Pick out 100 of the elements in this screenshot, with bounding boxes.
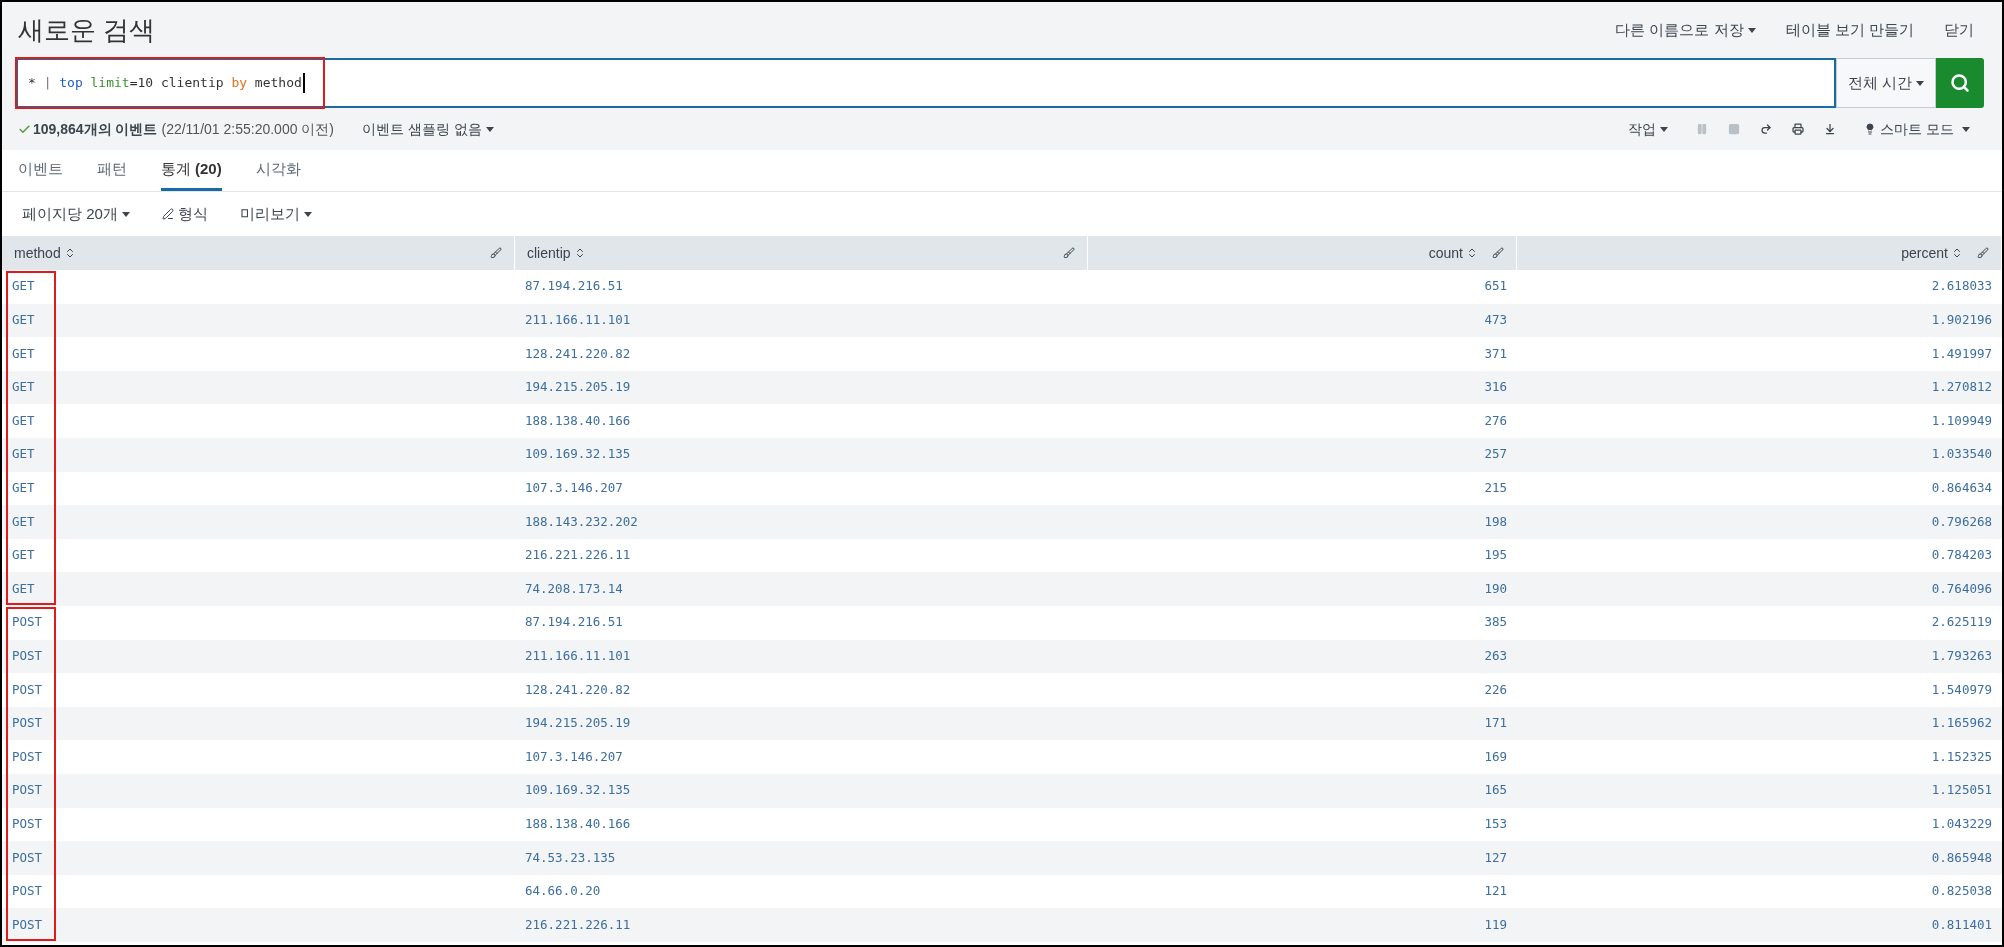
check-icon	[18, 122, 31, 136]
tab[interactable]: 이벤트	[18, 150, 63, 191]
table-cell-text: 127	[1484, 848, 1507, 867]
printer-icon	[1792, 123, 1805, 135]
table-cell: 64.66.0.20	[525, 882, 601, 901]
page-title: 새로운 검색	[18, 13, 157, 47]
job-menu[interactable]: 작업	[1628, 118, 1669, 140]
tab[interactable]: 패턴	[97, 150, 127, 191]
table-cell-text: GET	[12, 512, 35, 531]
table-cell-text: 473	[1484, 311, 1507, 329]
table-cell-text: POST	[12, 680, 43, 699]
brush-icon	[1977, 247, 1989, 259]
table-cell-text: 0.796268	[1931, 512, 1992, 531]
table-cell: GET	[12, 546, 35, 565]
table-cell-text: 1.033540	[1931, 445, 1992, 464]
lightbulb-icon	[1864, 123, 1877, 135]
table-cell-text: 1.109949	[1931, 411, 1992, 430]
table-cell-text: 128.241.220.82	[525, 680, 631, 699]
sort-icon	[1466, 247, 1478, 259]
table-cell-text: 165	[1484, 781, 1507, 800]
table-cell-text: 257	[1484, 445, 1507, 464]
table-cell-text: 188.138.40.166	[525, 814, 631, 833]
table-cell-text: 2.618033	[1931, 277, 1992, 296]
table-cell-text: 263	[1484, 646, 1507, 665]
table-cell-text: 87.194.216.51	[525, 277, 623, 296]
table-cell: 216.221.226.11	[525, 546, 631, 565]
query-text: * | top limit=10 clientip by method	[28, 73, 305, 93]
sort-icon	[1951, 247, 1963, 259]
download-icon	[1824, 123, 1837, 135]
caret-icon	[1916, 80, 1925, 86]
table-cell-text: 211.166.11.101	[525, 311, 631, 329]
table-cell-text: 1.043229	[1931, 814, 1992, 833]
table-cell-text: 109.169.32.135	[525, 781, 631, 800]
tab[interactable]: 시각화	[255, 150, 301, 191]
table-cell-text: POST	[12, 915, 43, 934]
table-cell: 1.165962	[1931, 714, 1992, 733]
table-cell-text: GET	[12, 277, 35, 296]
table-cell-text: 0.764096	[1931, 579, 1992, 598]
table-cell-text: 0.864634	[1931, 479, 1992, 497]
header-action-link[interactable]: 테이블 보기 만들기	[1785, 18, 1914, 42]
table-cell-text: 216.221.226.11	[525, 915, 631, 934]
header-action-link[interactable]: 닫기	[1944, 18, 1974, 42]
mode-dropdown[interactable]: 스마트 모드	[1864, 118, 1970, 140]
table-cell: 1.270812	[1931, 378, 1992, 397]
table-cell-text: 1.125051	[1931, 781, 1992, 800]
table-cell: 171	[1484, 714, 1507, 733]
table-cell-text: POST	[12, 814, 43, 833]
sampling-dropdown[interactable]: 이벤트 샘플링 없음	[362, 118, 494, 140]
caret-icon	[303, 211, 312, 217]
search-icon	[1950, 73, 1970, 93]
table-cell: 195	[1484, 546, 1507, 565]
table-cell-text: POST	[12, 781, 43, 800]
table-cell-text: 1.540979	[1931, 680, 1992, 699]
time-range-dropdown[interactable]: 전체 시간	[1836, 58, 1936, 108]
table-cell-text: POST	[12, 646, 43, 665]
table-cell: GET	[12, 378, 35, 397]
format-button[interactable]: 형식	[161, 202, 208, 226]
brush-icon	[1492, 247, 1504, 259]
header-action-link[interactable]: 다른 이름으로 저장	[1615, 18, 1756, 42]
share-icon	[1760, 123, 1773, 135]
table-cell-text: 109.169.32.135	[525, 445, 631, 464]
per-page-dropdown[interactable]: 페이지당 20개	[22, 202, 130, 226]
table-cell-text: 87.194.216.51	[525, 613, 623, 632]
table-cell-text: 0.865948	[1931, 848, 1992, 867]
tab[interactable]: 통계 (20)	[161, 150, 222, 191]
caret-icon	[121, 211, 130, 217]
table-cell: POST	[12, 882, 43, 901]
pause-icon	[1696, 123, 1709, 135]
pencil-icon	[161, 208, 174, 220]
stop-icon	[1728, 123, 1741, 135]
preview-dropdown[interactable]: 미리보기	[239, 202, 312, 226]
table-cell-text: POST	[12, 848, 43, 867]
table-cell-text: 1.491997	[1931, 344, 1992, 363]
table-cell-text: POST	[12, 613, 43, 632]
table-cell-text: 371	[1484, 344, 1507, 363]
table-cell-text: GET	[12, 311, 35, 329]
table-cell-text: 215	[1484, 479, 1507, 497]
table-cell: 0.825038	[1931, 882, 1992, 901]
table-cell: 121	[1484, 882, 1507, 901]
table-cell-text: 119	[1484, 915, 1507, 934]
table-cell-text: 128.241.220.82	[525, 344, 631, 363]
table-cell-text: 211.166.11.101	[525, 646, 631, 665]
table-cell-text: POST	[12, 747, 43, 766]
search-button[interactable]	[1936, 58, 1984, 108]
table-cell-text: 1.902196	[1931, 311, 1992, 329]
table-cell: 0.784203	[1931, 546, 1992, 565]
table-cell: 194.215.205.19	[525, 378, 631, 397]
caret-icon	[485, 126, 494, 132]
table-cell-text: 190	[1484, 579, 1507, 598]
caret-icon	[1747, 27, 1756, 33]
table-cell-text: 107.3.146.207	[525, 479, 623, 497]
table-cell-text: 74.53.23.135	[525, 848, 616, 867]
search-field[interactable]: * | top limit=10 clientip by method	[16, 58, 1836, 108]
table-cell-text: 651	[1484, 277, 1507, 296]
table-cell-text: 107.3.146.207	[525, 747, 623, 766]
table-cell-text: 188.143.232.202	[525, 512, 638, 531]
table-cell: 194.215.205.19	[525, 714, 631, 733]
table-cell-text: 276	[1484, 411, 1507, 430]
table-cell-text: 74.208.173.14	[525, 579, 623, 598]
table-cell-text: GET	[12, 411, 35, 430]
